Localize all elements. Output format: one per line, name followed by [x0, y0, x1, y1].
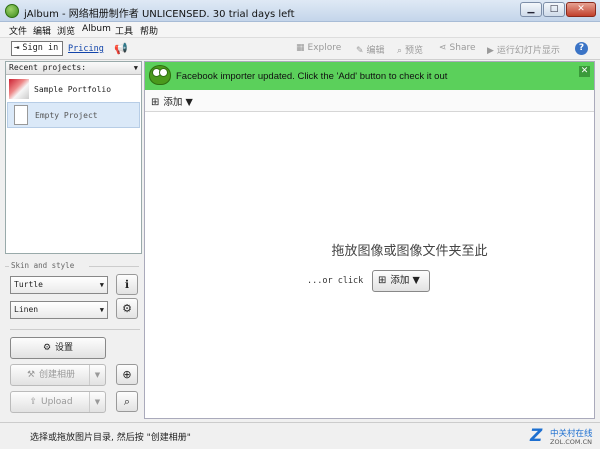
menu-edit[interactable]: 编辑 [33, 24, 51, 37]
notification-bar: Facebook importer updated. Click the 'Ad… [145, 62, 594, 90]
minimize-button[interactable]: ▁ [520, 2, 542, 17]
share-icon: ⋖ [439, 43, 447, 53]
menu-bar: 文件 编辑 浏览 Album 工具 帮助 [0, 22, 600, 38]
skin-select[interactable]: Turtle ▼ [10, 276, 108, 294]
share-label: Share [449, 43, 476, 53]
chevron-down-icon: ▼ [99, 281, 104, 289]
add-dropdown-button[interactable]: ⊞ 添加 ▼ [151, 94, 193, 108]
settings-button[interactable]: ⚙ 设置 [10, 337, 106, 359]
project-sample-portfolio[interactable]: Sample Portfolio [7, 77, 140, 103]
watermark-logo: Z 中关村在线 ZOL.COM.CN [530, 426, 596, 448]
skin-value: Turtle [14, 280, 43, 289]
status-text: 选择或拖放图片目录, 然后按 "创建相册" [30, 433, 191, 443]
preview-label: 预览 [405, 46, 424, 56]
slideshow-button[interactable]: ▶ 运行幻灯片显示 [487, 43, 560, 56]
or-click-label: ...or click [307, 276, 364, 286]
frog-icon [149, 65, 171, 85]
menu-help[interactable]: 帮助 [140, 24, 158, 37]
pricing-link[interactable]: Pricing [68, 44, 104, 54]
chevron-down-icon: ▼ [185, 97, 193, 108]
chevron-down-icon: ▼ [412, 275, 420, 286]
maximize-button[interactable]: □ [543, 2, 565, 17]
magnifier-icon: ⌕ [397, 46, 403, 56]
blank-document-icon [14, 105, 28, 125]
explore-label: Explore [307, 43, 342, 53]
menu-file[interactable]: 文件 [9, 24, 27, 37]
help-icon[interactable]: ? [575, 42, 588, 55]
add-button-label: 添加 [390, 275, 410, 286]
chevron-down-icon[interactable]: ▼ [89, 365, 105, 385]
create-album-button[interactable]: ⚒ 创建相册 ▼ [10, 364, 106, 386]
gear-icon: ⚙ [122, 302, 132, 315]
drop-zone-text: 拖放图像或图像文件夹至此 [331, 244, 488, 259]
recent-projects-list: Recent projects: ▼ Sample Portfolio Empt… [5, 61, 142, 254]
play-icon: ▶ [487, 46, 494, 56]
zoom-in-icon: ⊕ [122, 368, 132, 381]
menu-tools[interactable]: 工具 [115, 24, 133, 37]
search-button[interactable]: ⌕ [116, 391, 138, 412]
skin-info-button[interactable]: ℹ [116, 274, 138, 295]
explore-button[interactable]: ▦ Explore [296, 43, 341, 53]
divider [10, 329, 140, 330]
upload-label: Upload [41, 397, 73, 407]
create-album-label: 创建相册 [39, 370, 76, 380]
notification-text: Facebook importer updated. Click the 'Ad… [176, 71, 448, 82]
toolbar: ⇥ Sign in Pricing 📢 ▦ Explore ✎ 编辑 ⌕ 预览 ⋖ Sha… [0, 38, 600, 60]
project-empty-project[interactable]: Empty Project [7, 102, 140, 128]
login-arrow-icon: ⇥ [14, 43, 20, 53]
menu-browse[interactable]: 浏览 [57, 24, 75, 37]
divider [5, 266, 9, 267]
info-icon: ℹ [124, 278, 130, 291]
main-panel: Facebook importer updated. Click the 'Ad… [144, 61, 595, 419]
recent-projects-label: Recent projects: [9, 63, 87, 72]
jalbum-frog-icon [5, 4, 19, 18]
recent-projects-dropdown[interactable]: Recent projects: ▼ [6, 62, 141, 75]
divider [89, 266, 139, 267]
left-panel: Recent projects: ▼ Sample Portfolio Empt… [5, 61, 142, 419]
menu-album[interactable]: Album [82, 24, 111, 34]
project-thumbnail [9, 79, 29, 99]
close-button[interactable]: ✕ [566, 2, 596, 17]
share-button[interactable]: ⋖ Share [439, 43, 476, 53]
edit-button[interactable]: ✎ 编辑 [356, 43, 385, 56]
add-image-icon: ⊞ [151, 97, 160, 108]
zol-logo-icon: Z [530, 426, 543, 446]
preview-button[interactable]: ⌕ 预览 [397, 43, 423, 56]
search-icon: ⌕ [123, 395, 131, 408]
upload-button[interactable]: ⇪ Upload ▼ [10, 391, 106, 413]
add-toolbar: ⊞ 添加 ▼ [145, 90, 594, 112]
title-bar: jAlbum - 网络相册制作者 UNLICENSED. 30 trial da… [0, 0, 600, 22]
grid-icon: ▦ [296, 43, 305, 53]
close-icon[interactable]: ✕ [579, 66, 590, 77]
style-select[interactable]: Linen ▼ [10, 301, 108, 319]
add-image-icon: ⊞ [378, 275, 387, 286]
window-title: jAlbum - 网络相册制作者 UNLICENSED. 30 trial da… [24, 9, 295, 20]
slideshow-label: 运行幻灯片显示 [496, 46, 560, 56]
project-label: Empty Project [35, 111, 98, 120]
chevron-down-icon: ▼ [133, 64, 138, 72]
style-value: Linen [14, 305, 39, 314]
status-bar: 选择或拖放图片目录, 然后按 "创建相册" Z 中关村在线 ZOL.COM.CN [0, 422, 600, 449]
skin-settings-button[interactable]: ⚙ [116, 298, 138, 319]
add-button[interactable]: ⊞ 添加 ▼ [372, 270, 430, 292]
settings-label: 设置 [55, 343, 74, 353]
gear-icon: ⚙ [42, 343, 52, 353]
edit-label: 编辑 [366, 46, 385, 56]
chevron-down-icon[interactable]: ▼ [89, 392, 105, 412]
megaphone-icon[interactable]: 📢 [114, 42, 128, 55]
sign-in-button[interactable]: ⇥ Sign in [11, 41, 64, 56]
upload-icon: ⇪ [29, 397, 37, 407]
project-label: Sample Portfolio [34, 85, 112, 94]
sign-in-label: Sign in [22, 43, 59, 53]
zoom-button[interactable]: ⊕ [116, 364, 138, 385]
watermark-url: ZOL.COM.CN [550, 438, 592, 446]
pencil-icon: ✎ [356, 46, 364, 56]
hammer-icon: ⚒ [26, 370, 36, 380]
skin-style-label: Skin and style [11, 261, 75, 270]
add-label: 添加 [163, 97, 183, 108]
chevron-down-icon: ▼ [99, 306, 104, 314]
